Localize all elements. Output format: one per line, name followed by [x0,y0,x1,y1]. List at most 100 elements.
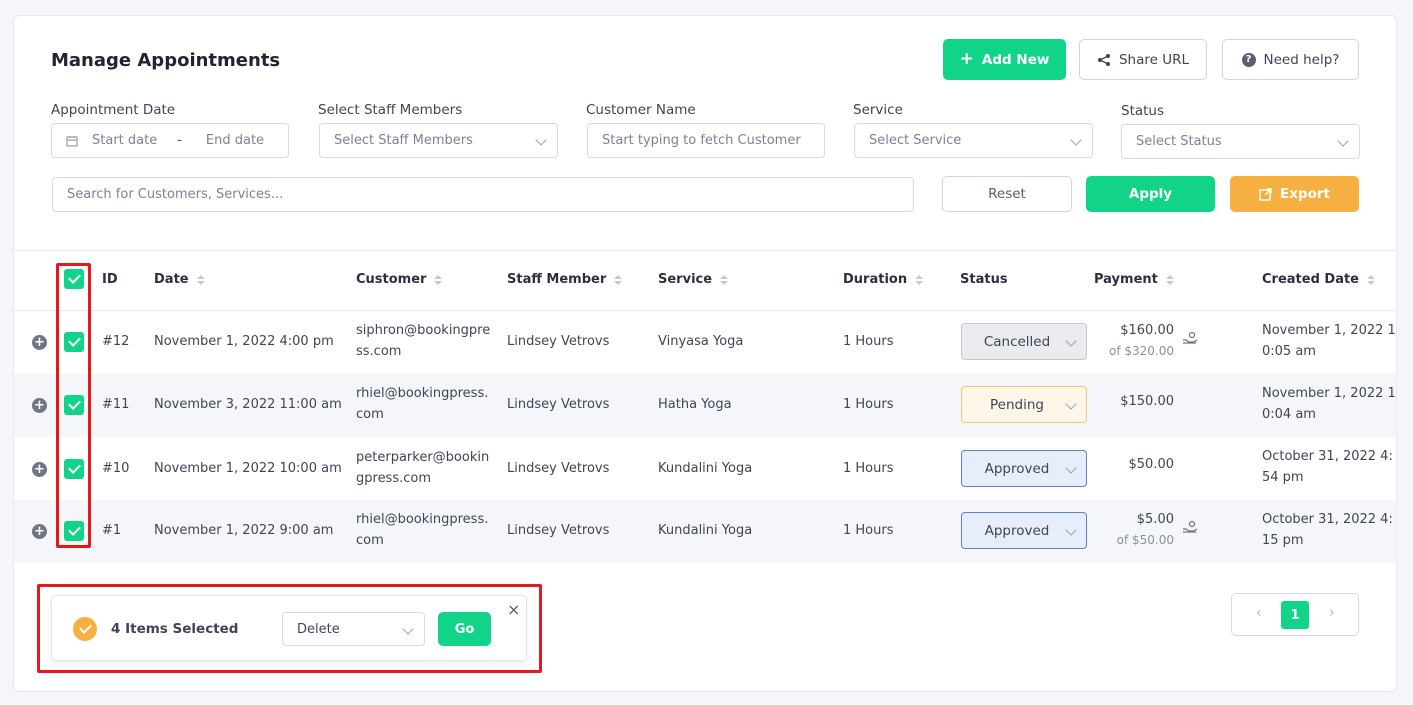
row-staff: Lindsey Vetrovs [507,461,610,476]
row-id: #10 [102,461,130,476]
row-payment: $5.00 of $50.00 [1116,512,1174,547]
sort-icon [434,274,443,285]
row-date: November 1, 2022 9:00 am [154,523,334,538]
table-row[interactable]: + #1 November 1, 2022 9:00 am rhiel@book… [14,500,1396,563]
search-input[interactable]: Search for Customers, Services... [52,177,914,212]
row-payment: $50.00 [1128,457,1175,472]
row-duration: 1 Hours [843,397,894,412]
status-select[interactable]: Approved [961,450,1087,487]
sort-icon [915,274,924,285]
sort-icon [1165,274,1174,285]
plus-icon: + [959,49,974,69]
column-date[interactable]: Date [154,272,205,287]
date-range-picker[interactable]: Start date - End date [51,123,289,158]
chevron-down-icon [1070,134,1082,146]
date-separator: - [177,133,182,148]
row-service: Vinyasa Yoga [658,334,744,349]
chevron-down-icon [1065,398,1077,410]
next-page-button[interactable]: › [1329,605,1335,621]
chevron-down-icon [1065,462,1077,474]
column-customer[interactable]: Customer [356,272,443,287]
page-1-button[interactable]: 1 [1281,601,1309,629]
column-payment[interactable]: Payment [1094,272,1174,287]
status-label: Status [1121,103,1165,119]
row-duration: 1 Hours [843,523,894,538]
refund-icon[interactable] [1182,331,1198,349]
apply-button[interactable]: Apply [1086,176,1215,212]
sort-icon [720,274,729,285]
row-service: Kundalini Yoga [658,461,753,476]
table-row[interactable]: + #11 November 3, 2022 11:00 am rhiel@bo… [14,374,1396,437]
customer-input[interactable]: Start typing to fetch Customer [587,123,825,158]
row-created: October 31, 2022 4: 15 pm [1262,512,1393,548]
checkbox-column-highlight [56,263,91,548]
row-payment: $150.00 [1120,394,1174,409]
export-button[interactable]: Export [1230,176,1359,212]
status-select[interactable]: Approved [961,512,1087,549]
help-icon: ? [1241,52,1256,67]
row-service: Hatha Yoga [658,397,732,412]
row-created: October 31, 2022 4: 54 pm [1262,449,1393,485]
status-select[interactable]: Cancelled [961,323,1087,360]
end-date-input[interactable]: End date [206,133,264,148]
service-select[interactable]: Select Service [854,123,1093,158]
row-id: #11 [102,397,130,412]
row-payment: $160.00 of $320.00 [1108,323,1174,358]
chevron-down-icon [1337,135,1349,147]
expand-icon[interactable]: + [32,335,47,350]
row-id: #1 [102,523,122,538]
expand-icon[interactable]: + [32,524,47,539]
appointment-date-label: Appointment Date [51,102,176,118]
status-select[interactable]: Select Status [1121,124,1360,159]
row-duration: 1 Hours [843,461,894,476]
row-service: Kundalini Yoga [658,523,753,538]
row-created: November 1, 2022 1 0:05 am [1262,323,1396,359]
staff-select[interactable]: Select Staff Members [319,123,558,158]
section-divider [14,250,1396,251]
expand-icon[interactable]: + [32,462,47,477]
row-customer: siphron@bookingpre ss.com [356,323,491,359]
row-date: November 1, 2022 10:00 am [154,461,342,476]
pagination: ‹ 1 › [1231,593,1359,636]
refund-icon[interactable] [1182,520,1198,538]
service-label: Service [853,102,903,118]
sort-icon [1367,274,1375,285]
row-customer: rhiel@bookingpress. com [356,512,489,548]
page-title: Manage Appointments [51,50,281,71]
staff-label: Select Staff Members [318,102,463,118]
row-staff: Lindsey Vetrovs [507,397,610,412]
status-select[interactable]: Pending [961,386,1087,423]
table-row[interactable]: + #12 November 1, 2022 4:00 pm siphron@b… [14,311,1396,374]
column-staff[interactable]: Staff Member [507,272,623,287]
sort-icon [614,274,623,285]
row-customer: peterparker@bookin gpress.com [356,450,490,486]
chevron-down-icon [535,134,547,146]
need-help-button[interactable]: ? Need help? [1222,39,1359,80]
column-id[interactable]: ID [102,272,118,287]
row-staff: Lindsey Vetrovs [507,334,610,349]
customer-label: Customer Name [586,102,696,118]
prev-page-button[interactable]: ‹ [1256,605,1262,621]
row-customer: rhiel@bookingpress. com [356,386,489,422]
expand-icon[interactable]: + [32,398,47,413]
sort-icon [196,274,205,285]
share-icon [1097,53,1110,66]
row-id: #12 [102,334,130,349]
row-created: November 1, 2022 1 0:04 am [1262,386,1396,422]
column-created-date[interactable]: Created Date [1262,272,1375,287]
row-duration: 1 Hours [843,334,894,349]
row-date: November 3, 2022 11:00 am [154,397,342,412]
export-icon [1259,187,1272,201]
bulk-action-highlight [37,584,542,673]
column-duration[interactable]: Duration [843,272,924,287]
chevron-down-icon [1065,524,1077,536]
column-service[interactable]: Service [658,272,729,287]
row-date: November 1, 2022 4:00 pm [154,334,334,349]
table-row[interactable]: + #10 November 1, 2022 10:00 am peterpar… [14,437,1396,500]
share-url-button[interactable]: Share URL [1079,39,1207,80]
add-new-button[interactable]: + Add New [943,39,1066,80]
calendar-icon [66,135,78,147]
reset-button[interactable]: Reset [942,176,1072,212]
start-date-input[interactable]: Start date [92,133,157,148]
chevron-down-icon [1065,335,1077,347]
